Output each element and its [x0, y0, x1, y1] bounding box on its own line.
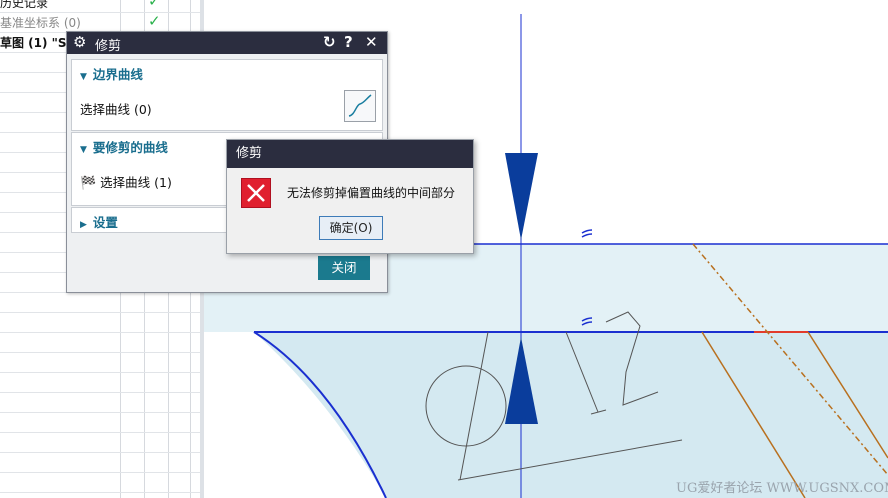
select-curve-row[interactable]: 选择曲线 (0): [80, 99, 152, 118]
gear-icon[interactable]: ⚙: [73, 33, 86, 51]
nav-row-datum-csys[interactable]: 基准坐标系 (0) ✓: [0, 12, 200, 33]
select-curve-row[interactable]: 🏁 选择曲线 (1): [80, 172, 172, 191]
collapse-triangle-icon: ▼: [80, 145, 87, 155]
nav-row-empty: [0, 312, 200, 333]
message-box: 修剪 无法修剪掉偏置曲线的中间部分 确定(O): [226, 139, 474, 254]
nav-row-empty: [0, 332, 200, 353]
trim-dialog-titlebar[interactable]: ⚙ 修剪 ↻ ? ✕: [67, 32, 387, 54]
nav-row-empty: [0, 392, 200, 413]
error-x-icon: [241, 178, 271, 208]
section-header-label: 要修剪的曲线: [92, 140, 168, 155]
message-box-title[interactable]: 修剪: [227, 140, 473, 168]
message-text: 无法修剪掉偏置曲线的中间部分: [287, 186, 456, 200]
section-header[interactable]: ▼ 要修剪的曲线: [80, 137, 168, 156]
close-button[interactable]: 关闭: [318, 256, 370, 280]
section-header-label: 设置: [92, 215, 118, 230]
curve-select-icon[interactable]: [344, 90, 376, 122]
nav-row-label: 历史记录: [0, 0, 49, 10]
nav-row-empty: [0, 472, 200, 493]
watermark: UG爱好者论坛 WWW.UGSNX.COM: [676, 481, 888, 496]
checkmark-icon[interactable]: ✓: [148, 12, 161, 30]
dialog-title: 修剪: [95, 39, 122, 54]
nav-row-empty: [0, 452, 200, 473]
nav-row-label: 草图 (1) "SK: [0, 36, 76, 50]
help-icon[interactable]: ?: [344, 33, 353, 51]
collapse-triangle-icon: ▼: [80, 72, 87, 82]
tick-mark-upper: [581, 229, 593, 238]
expand-triangle-icon: ▶: [80, 220, 87, 230]
nav-row-empty: [0, 292, 200, 313]
checkmark-icon[interactable]: ✓: [148, 0, 161, 10]
nav-row-empty: [0, 412, 200, 433]
nav-row-empty: [0, 372, 200, 393]
region-lower: [254, 332, 888, 498]
nav-row-empty: [0, 352, 200, 373]
ok-button[interactable]: 确定(O): [319, 216, 383, 240]
section-header[interactable]: ▼ 边界曲线: [80, 64, 143, 83]
section-header[interactable]: ▶ 设置: [80, 212, 118, 231]
select-curve-label: 选择曲线 (1): [100, 175, 172, 190]
nav-row-empty: [0, 432, 200, 453]
nav-row-label: 基准坐标系 (0): [0, 16, 81, 30]
direction-arrow-down: [505, 153, 538, 240]
close-icon[interactable]: ✕: [365, 33, 378, 51]
section-header-label: 边界曲线: [92, 67, 143, 82]
checkered-flag-icon: 🏁: [80, 176, 97, 191]
reset-icon[interactable]: ↻: [323, 33, 336, 51]
boundary-curve-section: ▼ 边界曲线 选择曲线 (0): [71, 59, 383, 131]
